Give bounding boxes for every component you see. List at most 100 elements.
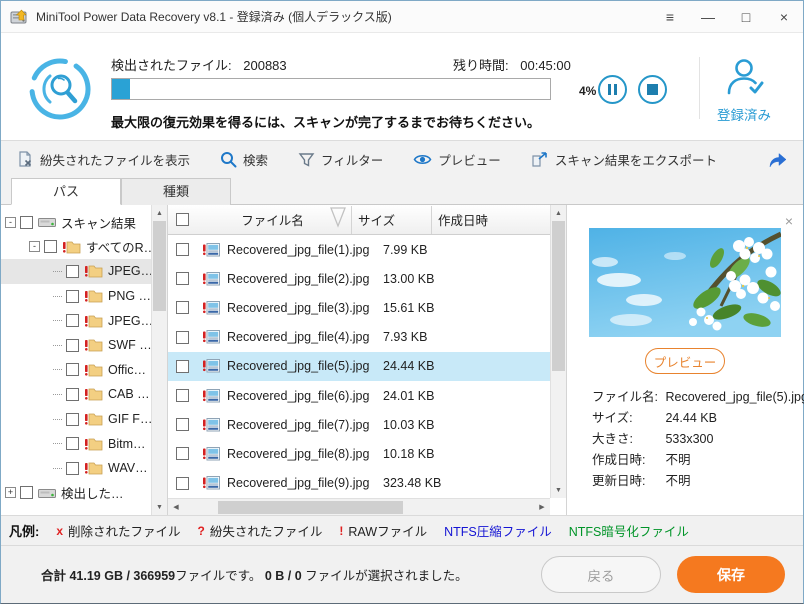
- image-file-icon: [202, 271, 220, 287]
- tree-item[interactable]: Offic…: [1, 358, 167, 383]
- title-bar: MiniTool Power Data Recovery v8.1 - 登録済み…: [1, 1, 803, 33]
- stop-button[interactable]: [638, 75, 667, 104]
- column-created[interactable]: 作成日時: [432, 210, 566, 229]
- tree-item[interactable]: CAB …: [1, 382, 167, 407]
- legend-item: ? 紛失されたファイル: [198, 521, 323, 540]
- file-row[interactable]: Recovered_jpg_file(8).jpg 10.18 KB: [168, 439, 566, 468]
- column-size[interactable]: サイズ: [352, 210, 431, 229]
- file-row[interactable]: Recovered_jpg_file(5).jpg 24.44 KB: [168, 352, 566, 381]
- close-icon[interactable]: ×: [765, 1, 803, 32]
- share-button[interactable]: [767, 151, 787, 169]
- tree-checkbox[interactable]: [66, 265, 79, 278]
- tree-checkbox[interactable]: [20, 486, 33, 499]
- row-checkbox[interactable]: [176, 243, 189, 256]
- tree-checkbox[interactable]: [66, 437, 79, 450]
- tree-checkbox[interactable]: [66, 388, 79, 401]
- tree-scrollbar[interactable]: ▲ ▼: [151, 205, 167, 515]
- tree-checkbox[interactable]: [66, 462, 79, 475]
- list-vertical-scrollbar[interactable]: ▲ ▼: [550, 205, 566, 498]
- tree-checkbox[interactable]: [20, 216, 33, 229]
- search-icon: [220, 151, 237, 168]
- tree-checkbox[interactable]: [66, 339, 79, 352]
- list-scroll-thumb[interactable]: [552, 221, 565, 371]
- tree-expander[interactable]: -: [5, 217, 16, 228]
- tree-item-label: JPEG…: [108, 264, 153, 278]
- hscroll-thumb[interactable]: [218, 501, 403, 514]
- list-horizontal-scrollbar[interactable]: ◀ ▶: [168, 498, 550, 515]
- show-lost-files-label: 紛失されたファイルを表示: [40, 150, 190, 169]
- row-checkbox[interactable]: [176, 301, 189, 314]
- scroll-right-icon[interactable]: ▶: [534, 499, 550, 516]
- file-row[interactable]: Recovered_jpg_file(3).jpg 15.61 KB: [168, 293, 566, 322]
- tree-item[interactable]: Bitm…: [1, 431, 167, 456]
- legend-title: 凡例:: [9, 521, 39, 540]
- wait-message: 最大限の復元効果を得るには、スキャンが完了するまでお待ちください。: [111, 112, 540, 131]
- file-name: Recovered_jpg_file(4).jpg: [227, 330, 373, 344]
- tree-item[interactable]: + 検出した…: [1, 481, 167, 506]
- registered-account[interactable]: 登録済み: [705, 57, 783, 124]
- tree-item[interactable]: JPEG…: [1, 308, 167, 333]
- preview-button[interactable]: プレビュー: [645, 348, 725, 374]
- tree-item[interactable]: WAV…: [1, 456, 167, 481]
- tree-expander[interactable]: -: [29, 241, 40, 252]
- column-filename[interactable]: ファイル名: [194, 210, 351, 229]
- row-checkbox[interactable]: [176, 360, 189, 373]
- scroll-left-icon[interactable]: ◀: [168, 499, 184, 516]
- remaining-time-label: 残り時間:: [453, 58, 509, 73]
- show-lost-files-button[interactable]: 紛失されたファイルを表示: [17, 150, 190, 169]
- tab-path[interactable]: パス: [11, 178, 121, 205]
- file-list-panel: ファイル名 サイズ 作成日時: [168, 205, 567, 515]
- file-row[interactable]: Recovered_jpg_file(2).jpg 13.00 KB: [168, 264, 566, 293]
- filter-button[interactable]: フィルター: [298, 150, 383, 169]
- export-results-button[interactable]: スキャン結果をエクスポート: [531, 150, 717, 169]
- back-button[interactable]: 戻る: [541, 556, 661, 593]
- file-size: 24.01 KB: [373, 389, 459, 403]
- file-row[interactable]: Recovered_jpg_file(9).jpg 323.48 KB: [168, 469, 566, 498]
- row-checkbox[interactable]: [176, 447, 189, 460]
- menu-icon[interactable]: ≡: [651, 1, 689, 32]
- column-filter-icon[interactable]: [327, 204, 349, 231]
- row-checkbox[interactable]: [176, 477, 189, 490]
- maximize-icon[interactable]: □: [727, 1, 765, 32]
- tree-item[interactable]: JPEG…: [1, 259, 167, 284]
- search-button[interactable]: 検索: [220, 150, 268, 169]
- tree-scroll-thumb[interactable]: [153, 221, 166, 311]
- file-row[interactable]: Recovered_jpg_file(7).jpg 10.03 KB: [168, 410, 566, 439]
- minimize-icon[interactable]: —: [689, 1, 727, 32]
- tree-item[interactable]: PNG …: [1, 284, 167, 309]
- file-info-row: ファイル名: Recovered_jpg_file(5).jpg: [592, 387, 804, 408]
- row-checkbox[interactable]: [176, 389, 189, 402]
- save-button[interactable]: 保存: [677, 556, 785, 593]
- scroll-up-icon[interactable]: ▲: [551, 205, 566, 221]
- legend-label: 紛失されたファイル: [210, 521, 323, 540]
- tree-item[interactable]: SWF …: [1, 333, 167, 358]
- row-checkbox[interactable]: [176, 418, 189, 431]
- scroll-down-icon[interactable]: ▼: [551, 482, 566, 498]
- select-all-checkbox[interactable]: [176, 213, 189, 226]
- file-row[interactable]: Recovered_jpg_file(4).jpg 7.93 KB: [168, 323, 566, 352]
- row-checkbox[interactable]: [176, 272, 189, 285]
- pause-button[interactable]: [598, 75, 627, 104]
- tree-item[interactable]: GIF F…: [1, 407, 167, 432]
- tree-checkbox[interactable]: [66, 363, 79, 376]
- preview-image: [589, 228, 781, 337]
- preview-close-icon[interactable]: ×: [785, 213, 793, 229]
- tree-expander[interactable]: +: [5, 487, 16, 498]
- tree-checkbox[interactable]: [66, 290, 79, 303]
- row-checkbox[interactable]: [176, 331, 189, 344]
- image-file-icon: [202, 358, 220, 374]
- scroll-down-icon[interactable]: ▼: [152, 499, 167, 515]
- tree-checkbox[interactable]: [44, 240, 57, 253]
- tree-checkbox[interactable]: [66, 314, 79, 327]
- tree-checkbox[interactable]: [66, 413, 79, 426]
- tree-item[interactable]: - すべてのR…: [1, 235, 167, 260]
- tree-item[interactable]: - スキャン結果: [1, 210, 167, 235]
- file-row[interactable]: Recovered_jpg_file(6).jpg 24.01 KB: [168, 381, 566, 410]
- user-icon: [723, 57, 765, 97]
- tab-type[interactable]: 種類: [121, 178, 231, 205]
- file-info-label: ファイル名:: [592, 387, 662, 408]
- preview-toggle-button[interactable]: プレビュー: [413, 150, 501, 169]
- raw-folder-icon: [62, 240, 81, 254]
- scroll-up-icon[interactable]: ▲: [152, 205, 167, 221]
- file-row[interactable]: Recovered_jpg_file(1).jpg 7.99 KB: [168, 235, 566, 264]
